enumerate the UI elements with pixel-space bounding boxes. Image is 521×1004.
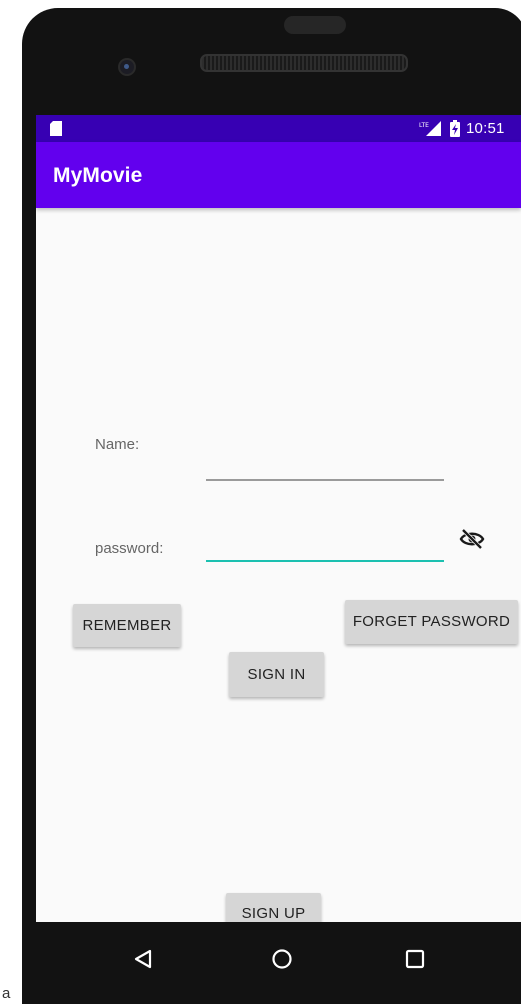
front-camera-icon (120, 60, 134, 74)
forget-password-button[interactable]: FORGET PASSWORD (345, 600, 518, 644)
status-clock: 10:51 (466, 120, 505, 137)
status-bar: LTE 10:51 (36, 115, 521, 142)
navigation-bar (36, 922, 521, 1004)
page: LTE 10:51 MyMovie Name: password: REMEMB… (0, 0, 521, 1004)
sign-up-button[interactable]: SIGN UP (226, 893, 321, 923)
password-label: password: (95, 540, 164, 557)
battery-charging-icon (450, 120, 460, 137)
app-bar: MyMovie (36, 142, 521, 208)
password-input[interactable] (206, 532, 444, 562)
visibility-off-icon[interactable] (459, 526, 485, 552)
sd-card-icon (50, 121, 62, 136)
name-input[interactable] (206, 451, 444, 481)
home-icon[interactable] (271, 948, 293, 970)
recents-icon[interactable] (405, 949, 425, 969)
name-label: Name: (95, 436, 140, 453)
caption-text: a (2, 985, 11, 1002)
top-speaker (284, 16, 346, 34)
earpiece-grille (200, 54, 408, 72)
sign-in-button[interactable]: SIGN IN (229, 652, 324, 697)
app-title: MyMovie (53, 164, 143, 187)
device-screen: LTE 10:51 MyMovie Name: password: REMEMB… (36, 115, 521, 923)
back-icon[interactable] (132, 948, 154, 970)
svg-text:LTE: LTE (419, 122, 429, 129)
lte-signal-icon: LTE (419, 121, 441, 136)
remember-button[interactable]: REMEMBER (73, 604, 181, 647)
